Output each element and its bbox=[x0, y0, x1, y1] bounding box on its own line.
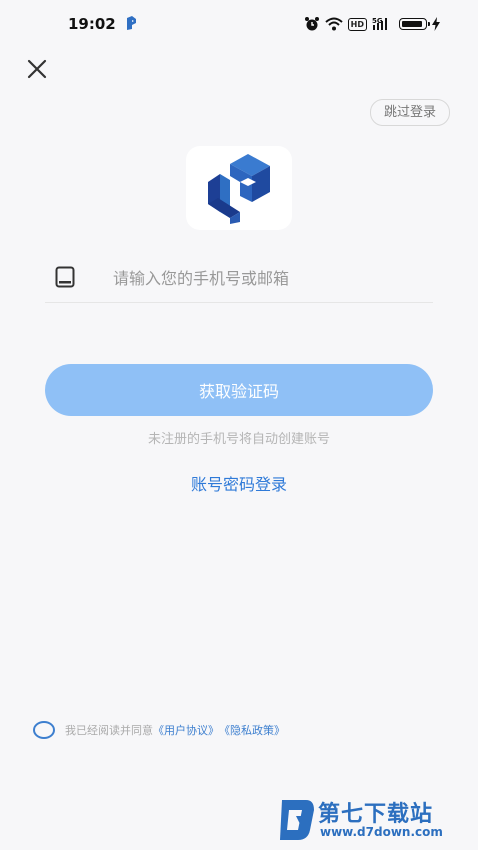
agreement-row: 我已经阅读并同意 《用户协议》 《隐私政策》 bbox=[33, 719, 285, 741]
signal-icon: 5G bbox=[372, 17, 387, 30]
get-verification-code-button[interactable]: 获取验证码 bbox=[45, 364, 433, 416]
alarm-icon bbox=[304, 17, 319, 31]
watermark-logo-icon bbox=[280, 800, 314, 840]
status-icons: HD 5G bbox=[304, 15, 440, 33]
skip-login-button[interactable]: 跳过登录 bbox=[369, 99, 450, 126]
wifi-icon bbox=[324, 17, 343, 31]
hd-icon: HD bbox=[347, 17, 367, 31]
password-login-link[interactable]: 账号密码登录 bbox=[0, 471, 478, 495]
phone-email-field-row bbox=[45, 254, 433, 303]
watermark-url: www.d7down.com bbox=[320, 825, 443, 839]
close-icon[interactable] bbox=[26, 58, 48, 80]
privacy-policy-link[interactable]: 《隐私政策》 bbox=[219, 722, 285, 738]
user-agreement-link[interactable]: 《用户协议》 bbox=[153, 722, 219, 738]
charging-icon bbox=[432, 17, 440, 31]
agreement-prefix: 我已经阅读并同意 bbox=[65, 724, 153, 737]
app-notification-icon bbox=[127, 16, 136, 30]
phone-email-input[interactable] bbox=[111, 262, 425, 294]
status-bar: 19:02 HD 5G bbox=[0, 0, 478, 46]
tablet-icon bbox=[55, 266, 75, 288]
battery-icon bbox=[399, 18, 430, 30]
agreement-checkbox[interactable] bbox=[33, 721, 55, 739]
app-logo-icon bbox=[208, 154, 270, 224]
status-time: 19:02 bbox=[68, 15, 116, 33]
auto-register-hint: 未注册的手机号将自动创建账号 bbox=[147, 432, 330, 447]
watermark: 第七下载站 www.d7down.com bbox=[276, 796, 470, 844]
app-logo bbox=[186, 146, 292, 230]
watermark-title: 第七下载站 bbox=[318, 802, 434, 827]
